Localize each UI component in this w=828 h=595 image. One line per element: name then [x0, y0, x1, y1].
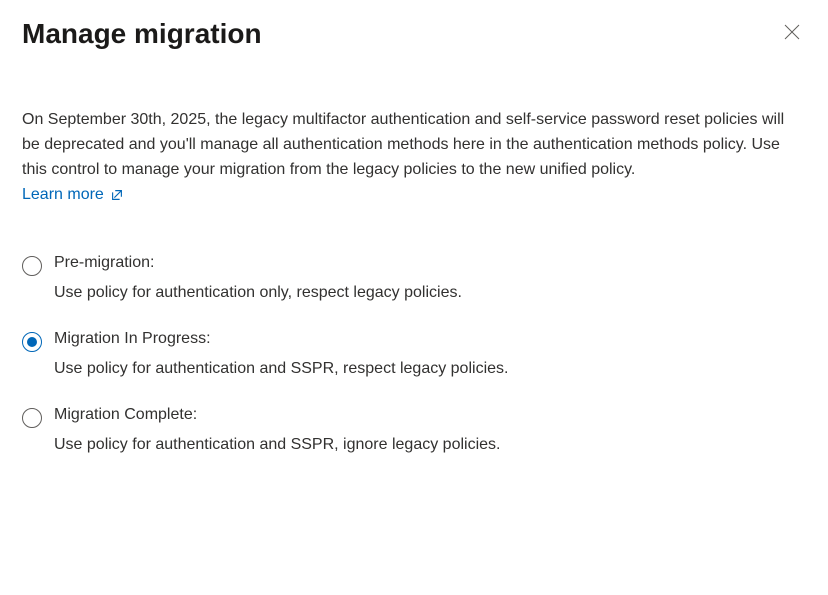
migration-options: Pre-migration: Use policy for authentica…	[22, 254, 806, 454]
option-label: Pre-migration:	[54, 254, 806, 272]
radio-migration-in-progress[interactable]	[22, 332, 42, 352]
option-migration-in-progress[interactable]: Migration In Progress: Use policy for au…	[22, 330, 806, 378]
radio-migration-complete[interactable]	[22, 408, 42, 428]
header: Manage migration	[22, 18, 806, 50]
close-button[interactable]	[778, 18, 806, 46]
radio-pre-migration[interactable]	[22, 256, 42, 276]
option-pre-migration[interactable]: Pre-migration: Use policy for authentica…	[22, 254, 806, 302]
learn-more-link[interactable]: Learn more	[22, 186, 124, 204]
learn-more-label: Learn more	[22, 186, 104, 204]
option-content: Migration Complete: Use policy for authe…	[54, 406, 806, 454]
option-label: Migration In Progress:	[54, 330, 806, 348]
option-description: Use policy for authentication only, resp…	[54, 284, 806, 302]
option-content: Migration In Progress: Use policy for au…	[54, 330, 806, 378]
option-label: Migration Complete:	[54, 406, 806, 424]
description-text: On September 30th, 2025, the legacy mult…	[22, 108, 802, 182]
option-migration-complete[interactable]: Migration Complete: Use policy for authe…	[22, 406, 806, 454]
option-description: Use policy for authentication and SSPR, …	[54, 436, 806, 454]
option-content: Pre-migration: Use policy for authentica…	[54, 254, 806, 302]
page-title: Manage migration	[22, 18, 262, 50]
option-description: Use policy for authentication and SSPR, …	[54, 360, 806, 378]
external-link-icon	[110, 188, 124, 202]
close-icon	[784, 24, 800, 40]
